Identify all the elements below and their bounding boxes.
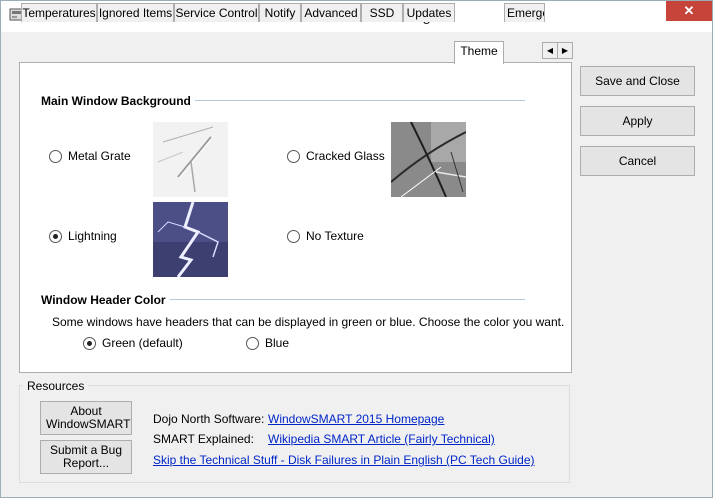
no-texture-radio[interactable] xyxy=(287,230,300,243)
cracked-glass-label[interactable]: Cracked Glass xyxy=(306,149,385,163)
metal-grate-radio[interactable] xyxy=(49,150,62,163)
green-label[interactable]: Green (default) xyxy=(102,336,183,350)
cracked-glass-texture-icon[interactable] xyxy=(391,122,466,197)
blue-label[interactable]: Blue xyxy=(265,336,289,350)
cancel-button[interactable]: Cancel xyxy=(580,146,695,176)
no-texture-label[interactable]: No Texture xyxy=(306,229,364,243)
header-color-group-divider xyxy=(170,299,525,300)
tab-scroll-left-button[interactable]: ◀ xyxy=(542,42,558,59)
settings-window: WindowSMART Settings ✕ Temperatures Igno… xyxy=(0,0,713,498)
lightning-label[interactable]: Lightning xyxy=(68,229,117,243)
tab-advanced[interactable]: Advanced xyxy=(301,3,361,22)
green-radio[interactable] xyxy=(83,337,96,350)
save-and-close-button[interactable]: Save and Close xyxy=(580,66,695,96)
tab-service-control[interactable]: Service Control xyxy=(174,3,259,22)
plain-english-link[interactable]: Skip the Technical Stuff - Disk Failures… xyxy=(153,453,535,467)
theme-tab-panel: Main Window Background Metal Grate Crack… xyxy=(19,62,572,373)
background-group-title: Main Window Background xyxy=(41,94,191,108)
lightning-radio[interactable] xyxy=(49,230,62,243)
resources-group-title: Resources xyxy=(23,379,89,393)
header-color-group-title: Window Header Color xyxy=(41,293,166,307)
background-group-divider xyxy=(195,100,525,101)
chevron-right-icon: ▶ xyxy=(561,46,569,55)
tab-emergency[interactable]: Emerge xyxy=(504,3,545,22)
apply-button[interactable]: Apply xyxy=(580,106,695,136)
close-icon: ✕ xyxy=(683,3,695,18)
blue-radio[interactable] xyxy=(246,337,259,350)
chevron-left-icon: ◀ xyxy=(546,46,554,55)
submit-bug-report-button[interactable]: Submit a Bug Report... xyxy=(40,440,132,474)
tab-temperatures[interactable]: Temperatures xyxy=(21,3,97,22)
metal-grate-label[interactable]: Metal Grate xyxy=(68,149,131,163)
close-button[interactable]: ✕ xyxy=(666,1,712,21)
tab-updates[interactable]: Updates xyxy=(403,3,455,22)
tab-theme[interactable]: Theme xyxy=(454,41,504,64)
tab-scroll-right-button[interactable]: ▶ xyxy=(557,42,573,59)
tab-ssd[interactable]: SSD xyxy=(361,3,403,22)
wikipedia-smart-link[interactable]: Wikipedia SMART Article (Fairly Technica… xyxy=(268,432,495,446)
dojo-north-label: Dojo North Software: xyxy=(153,412,265,426)
tab-ignored-items[interactable]: Ignored Items xyxy=(97,3,174,22)
about-button[interactable]: About WindowSMART xyxy=(40,401,132,435)
lightning-texture-icon[interactable] xyxy=(153,202,228,277)
cracked-glass-radio[interactable] xyxy=(287,150,300,163)
smart-explained-label: SMART Explained: xyxy=(153,432,254,446)
tab-notify[interactable]: Notify xyxy=(259,3,301,22)
homepage-link[interactable]: WindowSMART 2015 Homepage xyxy=(268,412,444,426)
header-color-description: Some windows have headers that can be di… xyxy=(52,315,565,329)
metal-grate-texture-icon[interactable] xyxy=(153,122,228,197)
